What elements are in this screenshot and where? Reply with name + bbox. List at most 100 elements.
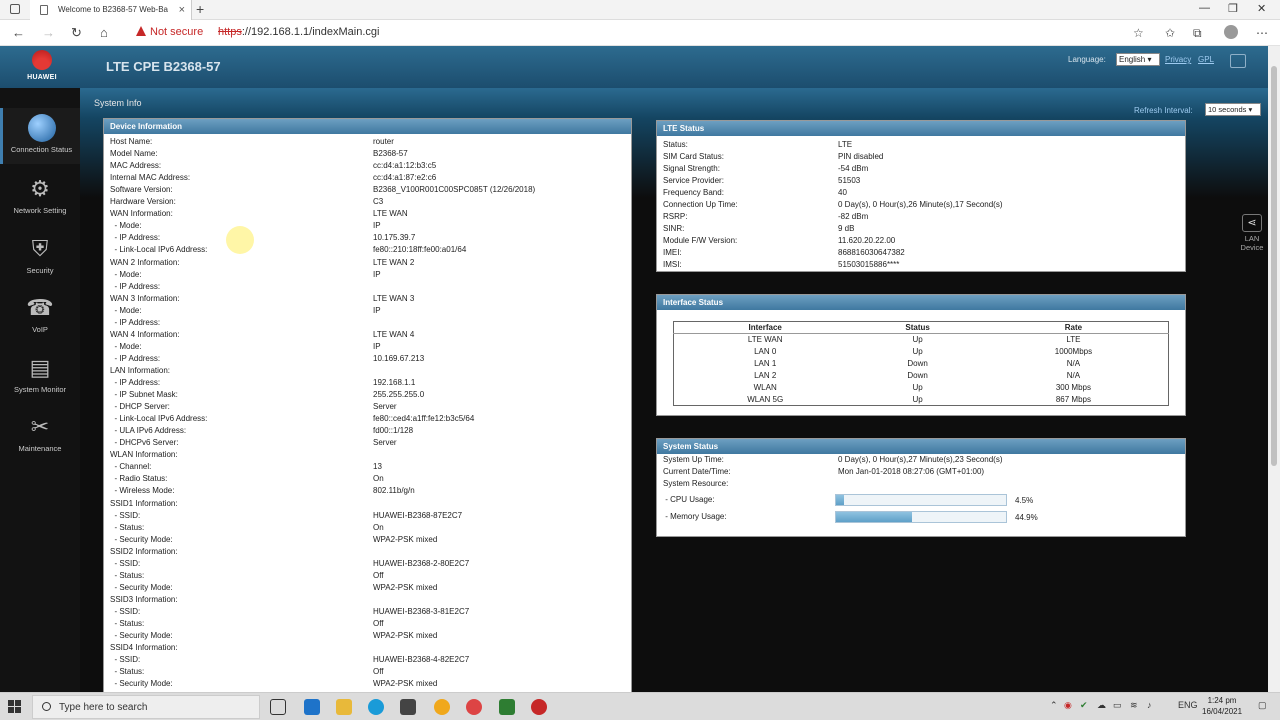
- sidebar-item-connection-status[interactable]: Connection Status: [0, 108, 80, 164]
- sidebar-item-voip[interactable]: ☎ VoIP: [0, 289, 80, 345]
- taskbar-clock[interactable]: 1:24 pm 16/04/2021: [1202, 695, 1242, 717]
- info-key: - IP Subnet Mask:: [110, 390, 178, 400]
- tray-overflow-icon[interactable]: ⌃: [1050, 700, 1058, 711]
- tray-record-icon[interactable]: ◉: [1064, 700, 1072, 711]
- info-row: WAN 3 Information: LTE WAN 3: [104, 293, 631, 305]
- minimize-button[interactable]: —: [1199, 2, 1210, 14]
- language-select[interactable]: English ▾: [1116, 53, 1160, 66]
- page-scrollbar[interactable]: [1268, 46, 1280, 692]
- file-explorer-icon[interactable]: [336, 699, 352, 715]
- chrome-icon[interactable]: [466, 699, 482, 715]
- close-tab-icon[interactable]: ×: [179, 0, 185, 20]
- info-row: - IP Address: 192.168.1.1: [104, 377, 631, 389]
- sidebar-item-security[interactable]: ⛨ Security: [0, 230, 80, 286]
- info-row: - DHCPv6 Server: Server: [104, 437, 631, 449]
- lan-device-button[interactable]: ⋖ LAN Device: [1238, 214, 1266, 260]
- info-row: Model Name: B2368-57: [104, 148, 631, 160]
- language-label: Language:: [1068, 55, 1106, 64]
- info-key: WAN Information:: [110, 209, 173, 219]
- url-field[interactable]: https://192.168.1.1/indexMain.cgi: [218, 26, 379, 38]
- app-icon[interactable]: [434, 699, 450, 715]
- input-language[interactable]: ENG: [1178, 700, 1198, 710]
- memory-usage-fill: [836, 512, 913, 522]
- add-favorite-icon[interactable]: ☆: [1133, 26, 1144, 40]
- tray-volume-icon[interactable]: ♪: [1147, 700, 1152, 710]
- profile-avatar[interactable]: [1224, 25, 1238, 39]
- info-row: - SSID: HUAWEI-B2368-4-82E2C7: [104, 654, 631, 666]
- search-placeholder: Type here to search: [59, 702, 148, 713]
- sidebar-item-system-monitor[interactable]: ▤ System Monitor: [0, 349, 80, 405]
- new-tab-button[interactable]: +: [196, 1, 204, 17]
- info-value: WPA2-PSK mixed: [373, 534, 438, 544]
- cpu-usage-bar: [835, 494, 1007, 506]
- info-key: System Resource:: [663, 479, 729, 488]
- info-row: - Link-Local IPv6 Address: fe80::ced4:a1f…: [104, 413, 631, 425]
- browser-tab[interactable]: Welcome to B2368-57 Web-Ba ×: [30, 0, 192, 21]
- info-value: fe80::210:18ff:fe00:a01/64: [373, 245, 467, 255]
- panel-title: Interface Status: [657, 295, 1185, 310]
- sidebar-item-network-setting[interactable]: ⚙ Network Setting: [0, 170, 80, 226]
- info-row: Module F/W Version: 11.620.20.22.00: [657, 235, 1185, 247]
- info-row: Host Name: router: [104, 136, 631, 148]
- info-value: 10.175.39.7: [373, 233, 416, 243]
- info-key: LAN Information:: [110, 365, 171, 375]
- task-view-icon[interactable]: [270, 699, 286, 715]
- recorder-icon[interactable]: [531, 699, 547, 715]
- privacy-link[interactable]: Privacy: [1165, 55, 1191, 64]
- tray-wifi-icon[interactable]: ≋: [1130, 700, 1138, 711]
- clock-date: 16/04/2021: [1202, 707, 1243, 716]
- info-row: SSID2 Information:: [104, 546, 631, 558]
- language-value: English: [1119, 55, 1146, 64]
- more-menu-icon[interactable]: ⋯: [1256, 26, 1268, 40]
- forward-button[interactable]: →: [42, 25, 55, 40]
- info-row: SIM Card Status: PIN disabled: [657, 151, 1185, 163]
- refresh-interval-select[interactable]: 10 seconds ▾: [1205, 103, 1261, 116]
- store-icon[interactable]: [400, 699, 416, 715]
- info-key: - Security Mode:: [110, 582, 173, 592]
- info-value: Off: [373, 667, 384, 677]
- info-key: - SSID:: [110, 510, 141, 520]
- security-label[interactable]: Not secure: [150, 26, 203, 38]
- info-row: LAN Information:: [104, 365, 631, 377]
- tray-network-icon[interactable]: ☁: [1097, 700, 1106, 711]
- favorites-icon[interactable]: ✩: [1165, 26, 1175, 40]
- sidebar-item-maintenance[interactable]: ✂ Maintenance: [0, 408, 80, 464]
- home-button[interactable]: ⌂: [100, 25, 108, 40]
- logout-icon[interactable]: [1230, 54, 1246, 68]
- windows-start-icon[interactable]: [8, 700, 22, 714]
- info-key: - Channel:: [110, 462, 152, 472]
- sidebar-item-label: System Monitor: [13, 385, 67, 394]
- info-value: 0 Day(s), 0 Hour(s),27 Minute(s),23 Seco…: [838, 455, 1003, 464]
- tray-app-icon[interactable]: ✔: [1080, 700, 1088, 711]
- info-key: - IP Address:: [110, 281, 161, 291]
- edge-icon[interactable]: [368, 699, 384, 715]
- collections-icon[interactable]: ⧉: [1193, 26, 1202, 41]
- interface-table: Interface Status Rate LTE WAN Up LTE LAN 0 U…: [673, 321, 1169, 406]
- url-scheme: https: [218, 26, 242, 38]
- column-header: Interface: [673, 321, 857, 334]
- info-row: - IP Address:: [104, 281, 631, 293]
- notifications-icon[interactable]: ▢: [1258, 700, 1267, 711]
- sidebar-item-label: VoIP: [32, 325, 48, 334]
- back-button[interactable]: ←: [12, 25, 25, 40]
- restore-button[interactable]: ❐: [1228, 2, 1238, 15]
- info-row: Connection Up Time: 0 Day(s), 0 Hour(s),2…: [657, 199, 1185, 211]
- scrollbar-thumb[interactable]: [1271, 66, 1277, 466]
- info-row: - Mode: IP: [104, 341, 631, 353]
- close-window-button[interactable]: ✕: [1257, 2, 1266, 15]
- info-row: - Mode: IP: [104, 269, 631, 281]
- panel-title: System Status: [657, 439, 1185, 454]
- terminal-icon[interactable]: [499, 699, 515, 715]
- info-value: LTE WAN 2: [373, 257, 415, 267]
- table-cell: WLAN 5G: [747, 394, 784, 404]
- mail-icon[interactable]: [304, 699, 320, 715]
- tray-battery-icon[interactable]: ▭: [1113, 700, 1122, 711]
- info-row: - Status: Off: [104, 666, 631, 678]
- refresh-button[interactable]: ↻: [71, 25, 82, 41]
- tab-actions-icon[interactable]: [10, 4, 20, 14]
- taskbar-search-box[interactable]: Type here to search: [32, 695, 260, 719]
- info-row: IMSI: 51503015886****: [657, 259, 1185, 271]
- info-row: Status: LTE: [657, 139, 1185, 151]
- cpu-usage-fill: [836, 495, 844, 505]
- gpl-link[interactable]: GPL: [1198, 55, 1214, 64]
